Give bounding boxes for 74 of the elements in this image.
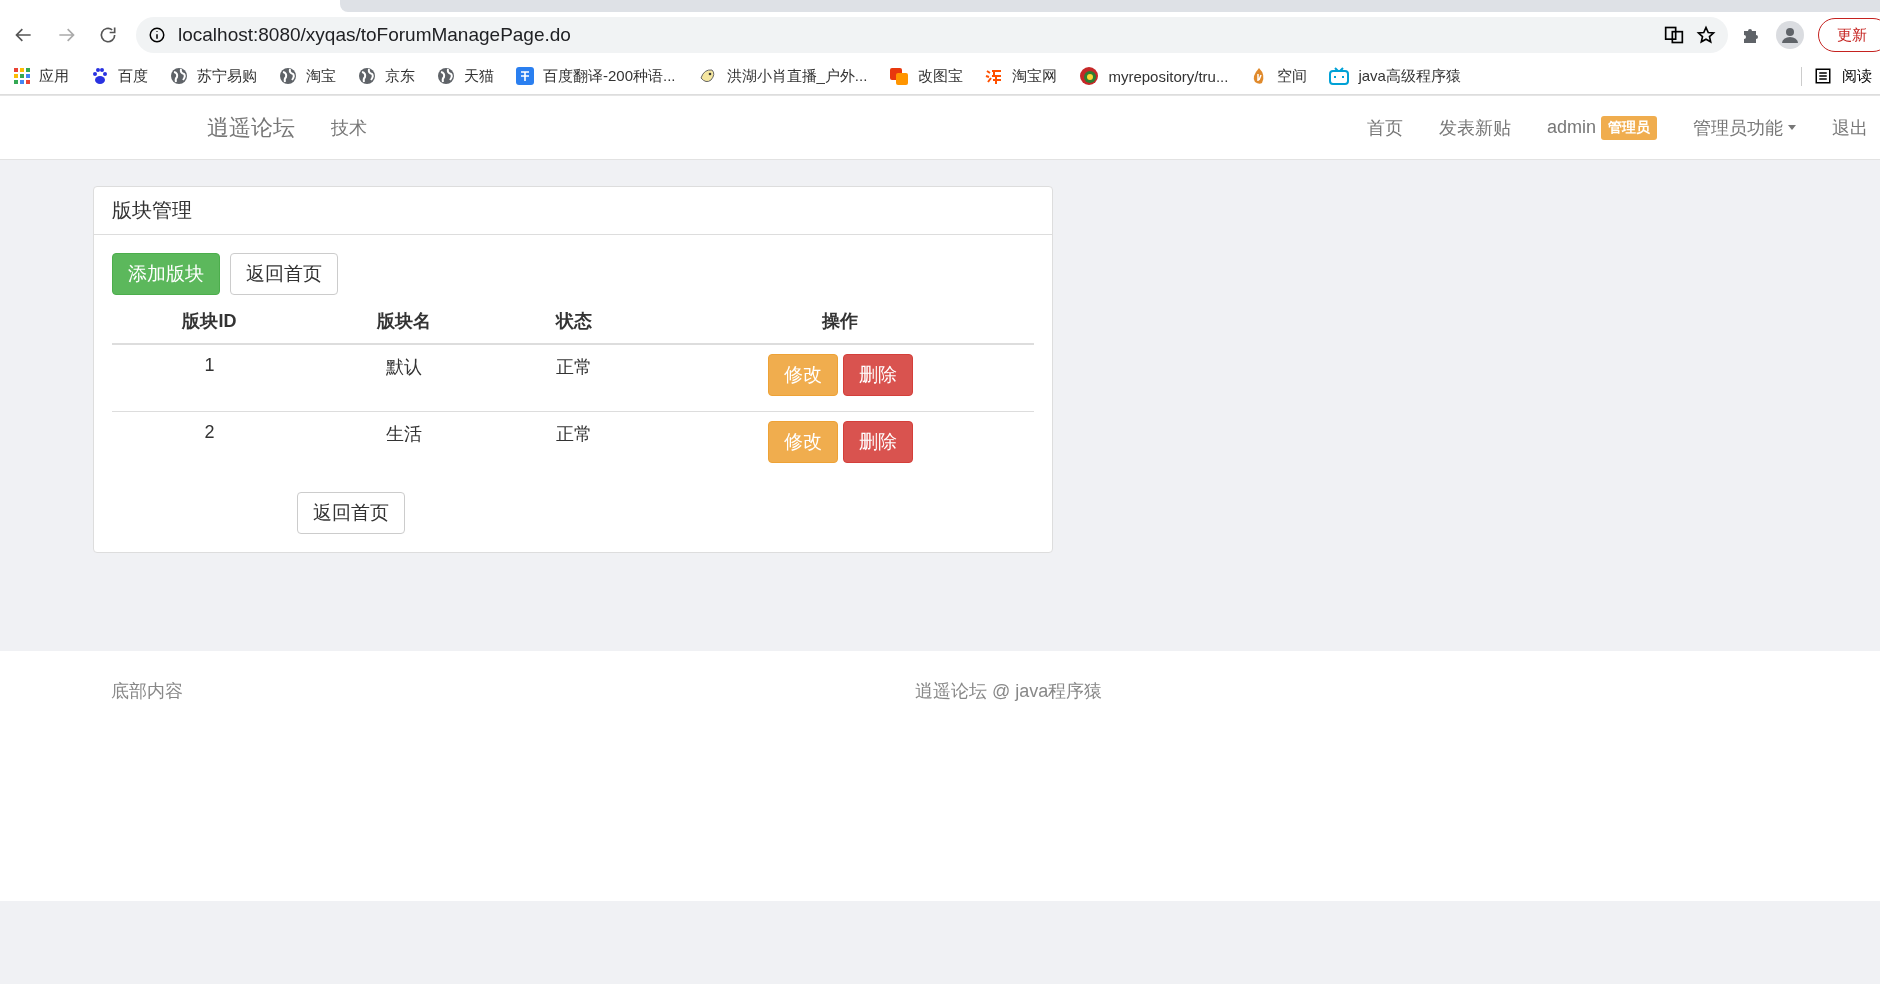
user-name[interactable]: admin: [1546, 117, 1596, 138]
panel-title: 版块管理: [94, 187, 1052, 235]
profile-avatar[interactable]: [1776, 21, 1804, 49]
bookmark-label: 苏宁易购: [197, 66, 257, 86]
column-header: 版块名: [306, 299, 502, 344]
bookmark-label: 改图宝: [918, 66, 964, 86]
nav-link[interactable]: 首页: [1366, 115, 1403, 140]
table-cell: 2: [112, 411, 307, 478]
caret-icon: [1788, 125, 1796, 130]
bookmark-label: 空间: [1277, 66, 1308, 86]
bookmark-item[interactable]: 百度翻译-200种语...: [516, 66, 676, 86]
bookmark-item[interactable]: 应用: [14, 66, 69, 86]
globe-icon: [437, 67, 455, 85]
footer-credit: 逍遥论坛 @ java程序猿: [915, 680, 1103, 703]
translate-page-icon: [1664, 25, 1684, 45]
bookmark-label: 京东: [385, 66, 415, 86]
table-cell: 正常: [501, 344, 647, 412]
column-header: 状态: [501, 299, 647, 344]
table-cell: 1: [112, 344, 307, 412]
reading-list-icon: [1814, 67, 1832, 85]
footer-text: 底部内容: [111, 680, 183, 703]
globe-icon: [358, 67, 376, 85]
back-home-button[interactable]: 返回首页: [230, 253, 338, 295]
globe-icon: [279, 67, 297, 85]
reload-icon: [98, 25, 118, 45]
nav-link[interactable]: 技术: [331, 115, 367, 140]
bookmark-label: 百度: [118, 66, 148, 86]
bookmark-label: 应用: [39, 66, 69, 86]
column-header: 操作: [646, 299, 1034, 344]
bookmark-label: 百度翻译-200种语...: [543, 66, 676, 86]
bookmark-label: myrepository/tru...: [1108, 67, 1229, 85]
bookmark-item[interactable]: java高级程序猿: [1329, 66, 1461, 86]
nav-link[interactable]: 退出: [1832, 115, 1868, 140]
bookmark-label: 淘宝网: [1012, 66, 1058, 86]
translate-icon: [516, 67, 534, 85]
paw-icon: [91, 67, 109, 85]
bookmark-item[interactable]: 京东: [358, 66, 415, 86]
bookmark-item[interactable]: myrepository/tru...: [1079, 66, 1229, 86]
address-bar[interactable]: localhost:8080/xyqas/toForumManagePage.do: [136, 17, 1728, 53]
role-badge: 管理员: [1601, 115, 1657, 140]
nav-link[interactable]: 发表新贴: [1438, 115, 1511, 140]
tao-icon: [985, 67, 1004, 85]
star-icon: [1696, 25, 1716, 45]
bookmark-item[interactable]: 淘宝: [279, 66, 336, 86]
delete-button[interactable]: 删除: [842, 421, 913, 463]
apps-grid-icon: [14, 68, 30, 84]
bookmark-item[interactable]: 天猫: [437, 66, 494, 86]
bookmark-item[interactable]: 百度: [91, 66, 148, 86]
bookmark-item[interactable]: 苏宁易购: [170, 66, 257, 86]
table-cell: 默认: [306, 344, 502, 412]
delete-button[interactable]: 删除: [842, 354, 913, 396]
tv-icon: [1329, 67, 1350, 85]
bookmark-item[interactable]: 淘宝网: [985, 66, 1058, 86]
brand-title[interactable]: 逍遥论坛: [207, 112, 295, 143]
table-cell: 正常: [501, 411, 647, 478]
globe-icon: [170, 67, 188, 85]
reading-list-label[interactable]: 阅读: [1842, 66, 1872, 86]
person-icon: [1781, 26, 1799, 44]
bookmark-label: 淘宝: [306, 66, 336, 86]
bookmark-label: 洪湖小肖直播_户外...: [726, 66, 868, 86]
ring-icon: [1079, 66, 1100, 86]
update-button[interactable]: 更新: [1818, 18, 1880, 52]
nav-dropdown[interactable]: 管理员功能: [1693, 115, 1796, 140]
info-icon: [148, 26, 166, 44]
bookmark-item[interactable]: 洪湖小肖直播_户外...: [697, 66, 868, 86]
table-cell: 生活: [306, 411, 502, 478]
squares-icon: [889, 66, 910, 86]
bookmark-item[interactable]: 空间: [1250, 66, 1308, 86]
bookmark-label: java高级程序猿: [1358, 66, 1461, 86]
bookmark-label: 天猫: [464, 66, 494, 86]
bookmark-item[interactable]: 改图宝: [889, 66, 964, 86]
back-home-button[interactable]: 返回首页: [297, 492, 405, 534]
url-text: localhost:8080/xyqas/toForumManagePage.do: [178, 24, 572, 46]
column-header: 版块ID: [112, 299, 307, 344]
